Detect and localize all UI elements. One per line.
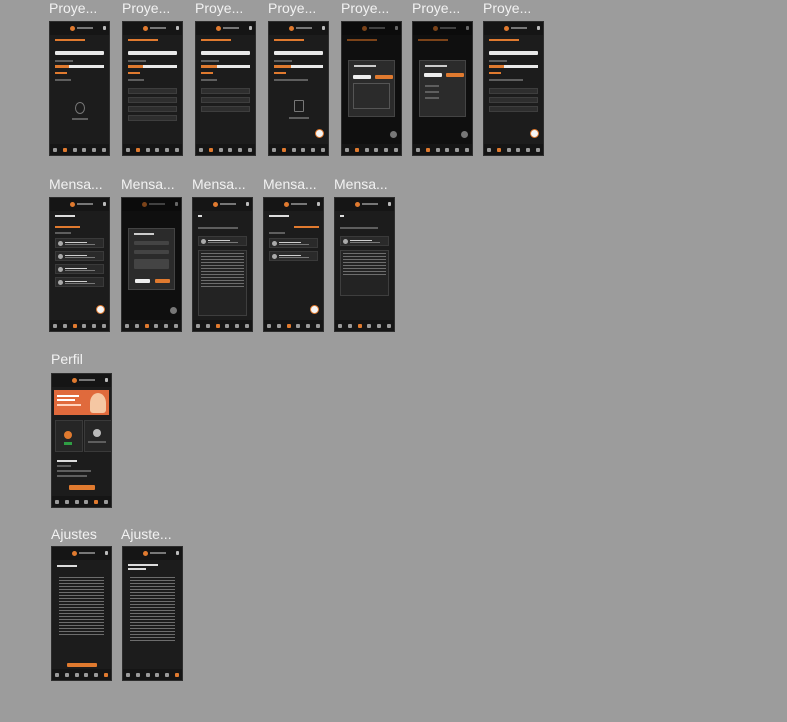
bell-icon[interactable] <box>103 26 106 30</box>
frame-mensajes-new[interactable] <box>121 197 182 332</box>
bottom-nav <box>50 144 109 155</box>
frame-label-ajustes-2[interactable]: Ajuste... <box>121 526 172 542</box>
welcome-banner <box>54 390 109 415</box>
frame-label-proyectos-6[interactable]: Proye... <box>412 0 460 16</box>
frame-proyectos-empty[interactable] <box>49 21 110 156</box>
frame-proyectos-dialog[interactable] <box>341 21 402 156</box>
avatar-illustration <box>90 393 106 413</box>
frame-label-mensajes-2[interactable]: Mensa... <box>121 176 175 192</box>
frame-mensajes-notification[interactable] <box>334 197 395 332</box>
settings-icon[interactable] <box>102 147 107 152</box>
frame-ajustes-terms[interactable] <box>122 546 183 681</box>
avatar <box>93 429 101 437</box>
profile-icon[interactable] <box>92 147 97 152</box>
frame-proyectos-dialog-2[interactable] <box>412 21 473 156</box>
project-stat-icon <box>64 431 72 439</box>
frame-label-proyectos-4[interactable]: Proye... <box>268 0 316 16</box>
frame-label-mensajes-4[interactable]: Mensa... <box>263 176 317 192</box>
frame-label-proyectos-5[interactable]: Proye... <box>341 0 389 16</box>
frame-proyectos-document[interactable] <box>268 21 329 156</box>
frame-label-perfil[interactable]: Perfil <box>51 351 83 367</box>
frame-perfil[interactable] <box>51 373 112 508</box>
frame-ajustes-security[interactable] <box>51 546 112 681</box>
cancel-button[interactable] <box>353 75 371 79</box>
message-icon[interactable] <box>72 147 77 152</box>
frame-mensajes-inbox[interactable] <box>49 197 110 332</box>
add-button[interactable] <box>315 129 324 138</box>
frame-label-proyectos-2[interactable]: Proye... <box>122 0 170 16</box>
permissions-dialog <box>419 60 466 117</box>
frame-mensajes-sent[interactable] <box>263 197 324 332</box>
frame-label-ajustes[interactable]: Ajustes <box>51 526 97 542</box>
document-icon <box>294 100 304 112</box>
frame-proyectos-members[interactable] <box>483 21 544 156</box>
frame-label-proyectos-3[interactable]: Proye... <box>195 0 243 16</box>
project-icon[interactable] <box>62 147 67 152</box>
frame-proyectos-list[interactable] <box>122 21 183 156</box>
search-input[interactable] <box>55 51 104 55</box>
frame-proyectos-files[interactable] <box>195 21 256 156</box>
frame-label-mensajes-1[interactable]: Mensa... <box>49 176 103 192</box>
chart-icon[interactable] <box>82 147 87 152</box>
app-header <box>50 22 109 35</box>
frame-label-proyectos-7[interactable]: Proye... <box>483 0 531 16</box>
upload-dialog <box>348 60 395 117</box>
frame-mensajes-detail[interactable] <box>192 197 253 332</box>
new-message-dialog <box>128 228 175 290</box>
logout-button[interactable] <box>69 485 95 490</box>
frame-label-proyectos-1[interactable]: Proye... <box>49 0 97 16</box>
frame-label-mensajes-3[interactable]: Mensa... <box>192 176 246 192</box>
confirm-button[interactable] <box>375 75 393 79</box>
logo-icon <box>70 26 75 31</box>
frame-label-mensajes-5[interactable]: Mensa... <box>334 176 388 192</box>
save-button[interactable] <box>67 663 97 667</box>
home-icon[interactable] <box>52 147 57 152</box>
empty-folder-icon <box>75 102 85 114</box>
